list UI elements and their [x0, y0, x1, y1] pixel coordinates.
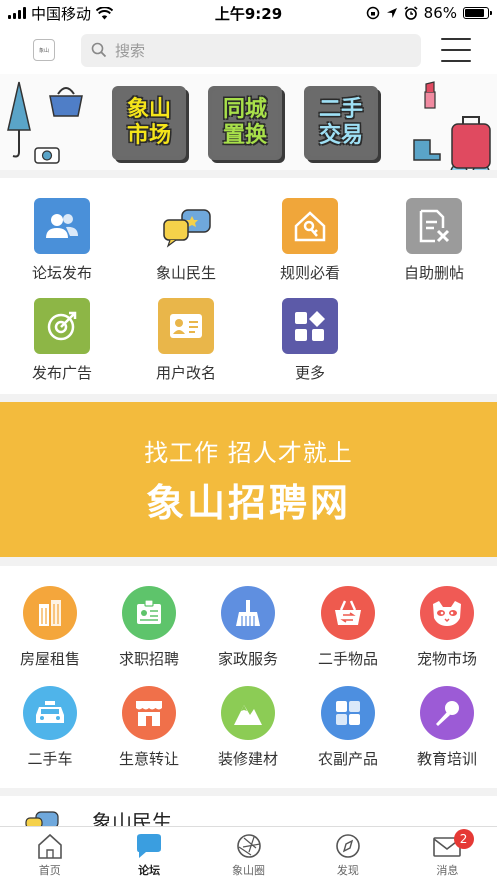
signal-icon	[8, 7, 26, 19]
wifi-icon	[96, 6, 114, 19]
forum-chat-icon	[137, 834, 162, 858]
location-icon	[386, 8, 397, 18]
tab-forum[interactable]: 论坛	[99, 827, 198, 883]
job-banner-subtitle: 找工作 招人才就上	[144, 438, 353, 467]
job-recruitment-banner[interactable]: 找工作 招人才就上 象山招聘网	[0, 402, 497, 557]
category-renovation[interactable]: 装修建材	[193, 686, 303, 769]
menu-item-livelihood[interactable]: 象山民生	[131, 198, 241, 283]
carrier-name: 中国移动	[31, 4, 92, 23]
menu-item-post-ad[interactable]: 发布广告	[7, 298, 117, 383]
delete-doc-icon	[406, 198, 462, 254]
target-icon	[34, 298, 90, 354]
tab-discover[interactable]: 发现	[298, 827, 397, 883]
app-logo[interactable]: 象山	[33, 39, 55, 61]
menu-item-rename[interactable]: 用户改名	[131, 298, 241, 383]
basket-icon	[321, 586, 375, 640]
menu-item-self-delete[interactable]: 自助删帖	[379, 198, 489, 283]
category-agricultural[interactable]: 农副产品	[293, 686, 403, 769]
search-icon	[91, 42, 107, 58]
blocks-icon	[321, 686, 375, 740]
unread-badge: 2	[453, 829, 474, 849]
umbrella-icon	[7, 81, 31, 158]
category-business-transfer[interactable]: 生意转让	[94, 686, 204, 769]
bottom-tab-bar: 首页 论坛 象山圈 发现 消息 2	[0, 826, 497, 883]
status-bar: 中国移动 上午9:29 86%	[0, 0, 497, 26]
mountain-icon	[221, 686, 275, 740]
category-used-cars[interactable]: 二手车	[0, 686, 105, 769]
house-key-icon	[282, 198, 338, 254]
microphone-icon	[420, 686, 474, 740]
news-title: 象山民生	[92, 810, 172, 826]
menu-item-more[interactable]: 更多	[255, 298, 365, 383]
tab-xiangshan-circle[interactable]: 象山圈	[199, 827, 298, 883]
category-jobs[interactable]: 求职招聘	[94, 586, 204, 669]
search-placeholder: 搜索	[115, 41, 146, 60]
chat-bubbles-icon	[158, 198, 214, 254]
home-icon	[37, 833, 62, 859]
category-secondhand[interactable]: 二手物品	[293, 586, 403, 669]
aperture-icon	[236, 834, 261, 858]
chat-bubbles-icon	[25, 811, 59, 826]
alarm-icon	[404, 6, 418, 20]
menu-item-rules[interactable]: 规则必看	[255, 198, 365, 283]
job-banner-title: 象山招聘网	[145, 480, 351, 525]
badge-icon	[122, 586, 176, 640]
forum-menu: 论坛发布 象山民生 规则必看 自助删帖 发布广告 用户改名 更多	[0, 178, 497, 394]
tab-messages[interactable]: 消息 2	[398, 827, 497, 883]
battery-icon	[463, 7, 492, 19]
car-icon	[23, 686, 77, 740]
lipstick-icon	[424, 81, 436, 109]
rotation-lock-icon	[366, 6, 379, 20]
category-education[interactable]: 教育培训	[392, 686, 497, 769]
status-time: 上午9:29	[214, 4, 283, 23]
search-input[interactable]: 搜索	[81, 33, 421, 67]
shop-icon	[122, 686, 176, 740]
broom-icon	[221, 586, 275, 640]
category-housing[interactable]: 房屋租售	[0, 586, 105, 669]
more-shapes-icon	[282, 298, 338, 354]
menu-button[interactable]	[441, 38, 471, 62]
news-card[interactable]: 象山民生	[0, 796, 497, 826]
top-header: 象山 搜索	[0, 26, 497, 74]
cat-icon	[420, 586, 474, 640]
banner-tile-secondhand-trade[interactable]: 二手 交易	[304, 86, 378, 160]
skate-icon	[413, 139, 441, 161]
compass-icon	[336, 834, 360, 858]
market-banner[interactable]: 象山 市场 同城 置换 二手 交易	[0, 74, 497, 170]
menu-item-forum-post[interactable]: 论坛发布	[7, 198, 117, 283]
battery-percent: 86%	[423, 4, 457, 22]
id-card-icon	[158, 298, 214, 354]
tab-home[interactable]: 首页	[0, 827, 99, 883]
banner-tile-xiangshan-market[interactable]: 象山 市场	[112, 86, 186, 160]
camera-icon	[34, 147, 60, 164]
handbag-icon	[49, 87, 83, 117]
category-pets[interactable]: 宠物市场	[392, 586, 497, 669]
banner-tile-local-exchange[interactable]: 同城 置换	[208, 86, 282, 160]
users-icon	[34, 198, 90, 254]
building-icon	[23, 586, 77, 640]
category-housekeeping[interactable]: 家政服务	[193, 586, 303, 669]
category-menu: 房屋租售 求职招聘 家政服务 二手物品 宠物市场 二手车 生意转让 装修建材 农…	[0, 566, 497, 788]
suitcase-icon	[451, 116, 491, 169]
